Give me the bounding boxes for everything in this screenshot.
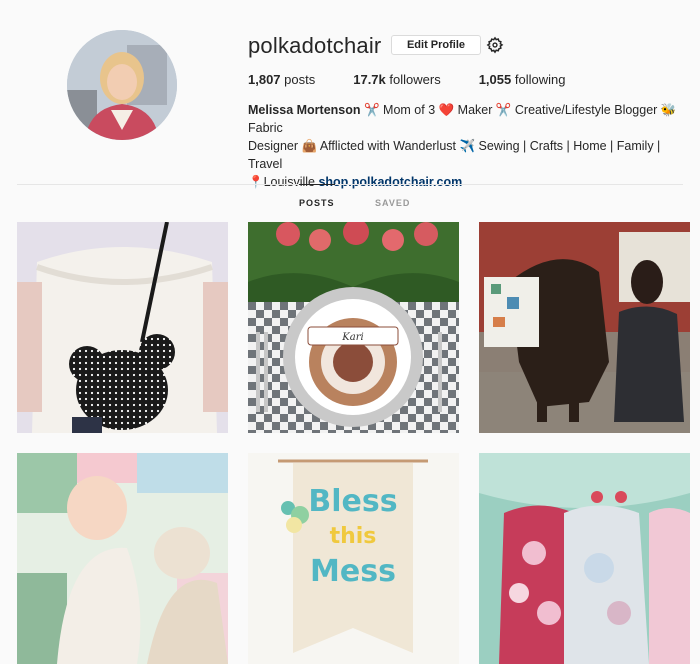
- profile-bio: Melissa Mortenson ✂️ Mom of 3 ❤️ Maker ✂…: [248, 101, 688, 191]
- profile-header: polkadotchair Edit Profile 1,807 posts 1…: [0, 0, 700, 189]
- svg-text:this: this: [330, 524, 377, 549]
- posts-stat: 1,807 posts: [248, 72, 316, 87]
- profile-username: polkadotchair: [248, 33, 382, 58]
- following-stat[interactable]: 1,055 following: [479, 72, 566, 87]
- svg-text:Mess: Mess: [310, 554, 396, 589]
- post-thumbnail[interactable]: [479, 222, 690, 433]
- profile-avatar[interactable]: [67, 30, 177, 140]
- post-thumbnail[interactable]: [479, 453, 690, 664]
- edit-profile-button[interactable]: Edit Profile: [391, 35, 481, 55]
- svg-text:Bless: Bless: [308, 484, 397, 519]
- profile-stats: 1,807 posts 17.7k followers 1,055 follow…: [248, 72, 603, 87]
- post-thumbnail[interactable]: [17, 222, 228, 433]
- post-thumbnail[interactable]: [17, 453, 228, 664]
- tab-posts[interactable]: POSTS: [299, 184, 335, 208]
- post-thumbnail[interactable]: Bless this Mess: [248, 453, 459, 664]
- bio-name: Melissa Mortenson: [248, 103, 361, 117]
- tab-saved[interactable]: SAVED: [375, 198, 410, 208]
- place-card-text: Kari: [341, 332, 363, 343]
- post-thumbnail[interactable]: Kari: [248, 222, 459, 433]
- followers-stat[interactable]: 17.7k followers: [353, 72, 440, 87]
- bio-line-2: Designer 👜 Afflicted with Wanderlust ✈️ …: [248, 139, 661, 171]
- profile-tabs: POSTS SAVED: [0, 184, 700, 220]
- gear-icon[interactable]: [486, 36, 504, 54]
